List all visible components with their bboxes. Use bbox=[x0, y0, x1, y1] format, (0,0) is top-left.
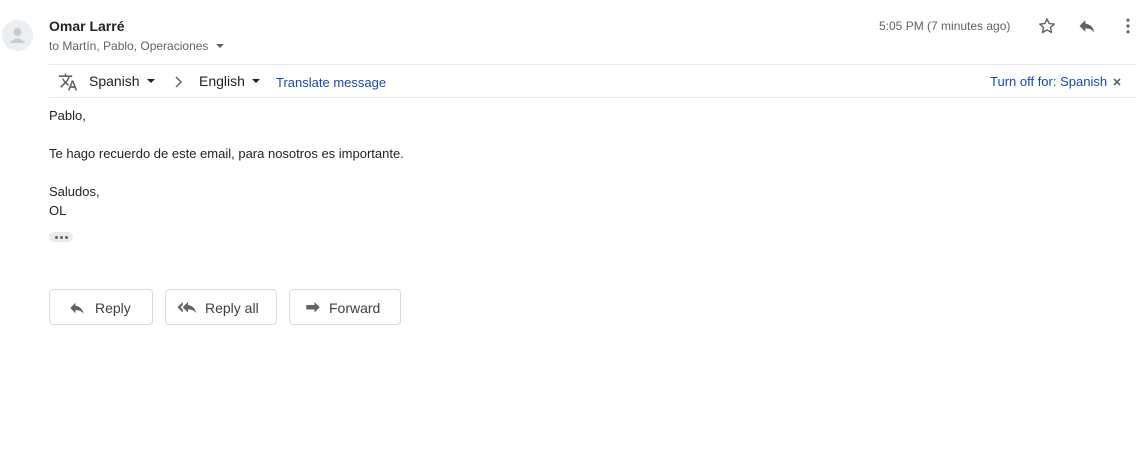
recipients-text: to Martín, Pablo, Operaciones bbox=[49, 39, 209, 53]
star-icon[interactable] bbox=[1036, 15, 1058, 37]
chevron-right-icon bbox=[173, 75, 185, 94]
sender-name[interactable]: Omar Larré bbox=[49, 18, 124, 34]
reply-icon[interactable] bbox=[1076, 15, 1098, 37]
reply-all-button-label: Reply all bbox=[205, 300, 259, 316]
show-trimmed-content-icon[interactable] bbox=[49, 232, 73, 242]
reply-all-icon bbox=[177, 299, 199, 320]
avatar[interactable] bbox=[2, 20, 33, 51]
message-timestamp: 5:05 PM (7 minutes ago) bbox=[879, 19, 1011, 33]
translate-message-link[interactable]: Translate message bbox=[276, 75, 386, 90]
reply-button[interactable]: Reply bbox=[49, 289, 153, 325]
reply-button-label: Reply bbox=[95, 300, 131, 316]
reply-all-button[interactable]: Reply all bbox=[165, 289, 277, 325]
forward-icon bbox=[304, 299, 322, 320]
message-line: Te hago recuerdo de este email, para nos… bbox=[49, 146, 404, 161]
translate-icon bbox=[58, 72, 78, 97]
person-avatar-icon bbox=[9, 28, 26, 43]
turn-off-translation-link[interactable]: Turn off for: Spanish bbox=[990, 74, 1107, 89]
message-closing: Saludos, bbox=[49, 184, 100, 199]
forward-button-label: Forward bbox=[329, 300, 381, 316]
chevron-down-icon bbox=[251, 79, 260, 83]
source-language-label: Spanish bbox=[89, 73, 140, 89]
reply-icon bbox=[68, 299, 86, 320]
message-greeting: Pablo, bbox=[49, 108, 86, 123]
source-language-select[interactable]: Spanish bbox=[89, 73, 155, 89]
close-icon[interactable] bbox=[1111, 75, 1123, 93]
target-language-select[interactable]: English bbox=[199, 73, 260, 89]
recipients-line: to Martín, Pablo, Operaciones bbox=[49, 39, 225, 53]
chevron-down-icon bbox=[146, 79, 155, 83]
translate-bar: Spanish English Translate message Turn o… bbox=[49, 64, 1137, 98]
target-language-label: English bbox=[199, 73, 245, 89]
forward-button[interactable]: Forward bbox=[289, 289, 401, 325]
more-options-icon[interactable] bbox=[1117, 15, 1139, 37]
show-details-dropdown-icon[interactable] bbox=[216, 44, 225, 48]
message-signature: OL bbox=[49, 203, 67, 218]
